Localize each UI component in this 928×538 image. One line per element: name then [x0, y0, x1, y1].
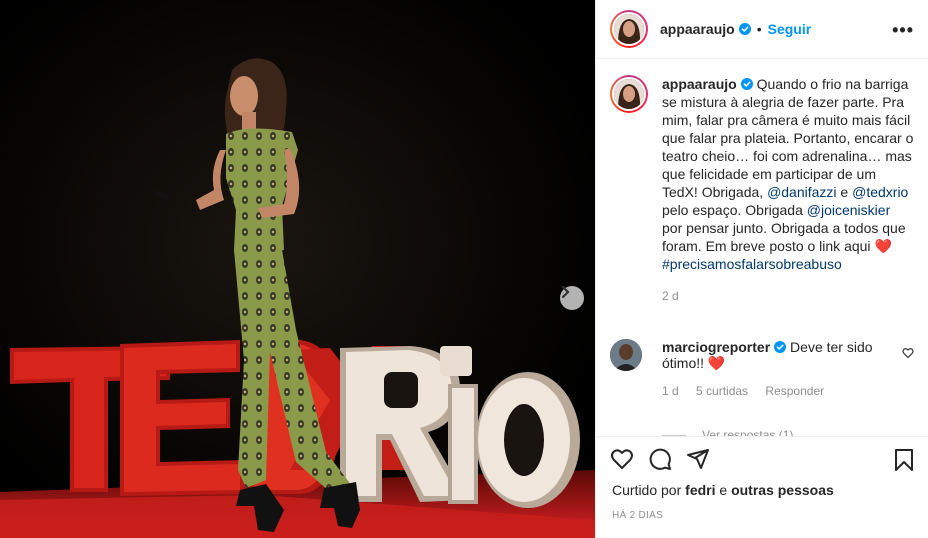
separator-dot: • [756, 21, 762, 37]
comment-heart-icon[interactable] [902, 347, 914, 359]
comment-item: marciogreporter Deve ter sido ótimo!! ❤️ [610, 339, 914, 372]
post-header: appaaraujo • Seguir ••• [596, 0, 928, 59]
heart-emoji: ❤️ [707, 355, 726, 371]
action-bar [596, 436, 928, 480]
view-replies-label: Ver respostas (1) [702, 428, 794, 436]
liked-by-mid: e [715, 482, 732, 498]
comment-icon[interactable] [648, 447, 672, 471]
post-timestamp[interactable]: HÁ 2 DIAS [596, 510, 928, 538]
mention-link[interactable]: @tedxrio [852, 184, 908, 200]
follow-button[interactable]: Seguir [768, 21, 812, 37]
save-icon[interactable] [894, 449, 914, 471]
comment-age[interactable]: 1 d [662, 384, 679, 398]
verified-icon [738, 23, 751, 35]
post-photo [0, 0, 595, 538]
next-photo-button[interactable] [560, 286, 584, 310]
caption-body: Quando o frio na barriga se mistura à al… [662, 76, 914, 200]
verified-icon [740, 78, 753, 90]
avatar-photo [614, 79, 644, 109]
hashtag-link[interactable]: #precisamosfalarsobreabuso [662, 256, 842, 272]
commenter-username[interactable]: marciogreporter [662, 339, 770, 355]
mention-link[interactable]: @danifazzi [767, 184, 836, 200]
more-icon[interactable]: ••• [892, 20, 914, 41]
post-modal: appaaraujo • Seguir ••• appaaraujo Quand… [0, 0, 928, 538]
heart-icon[interactable] [610, 447, 634, 471]
comment-likes[interactable]: 5 curtidas [696, 384, 748, 398]
avatar-photo [610, 339, 642, 371]
caption-body: pelo espaço. Obrigada [662, 202, 807, 218]
caption-body: e [836, 184, 853, 200]
caption-text: appaaraujo Quando o frio na barriga se m… [662, 75, 914, 273]
chevron-right-icon [561, 286, 570, 298]
heart-emoji: ❤️ [874, 238, 892, 254]
header-username[interactable]: appaaraujo [660, 21, 735, 37]
reply-button[interactable]: Responder [765, 384, 824, 398]
caption-body: por pensar junto. Obrigada a todos que f… [662, 220, 906, 254]
liked-by-user[interactable]: fedri [685, 482, 715, 498]
comment-meta: 1 d 5 curtidas Responder [662, 384, 914, 398]
caption: appaaraujo Quando o frio na barriga se m… [610, 75, 914, 273]
caption-meta: 2 d [662, 289, 914, 303]
post-sidebar: appaaraujo • Seguir ••• appaaraujo Quand… [595, 0, 928, 538]
caption-avatar[interactable] [610, 75, 648, 113]
comment-text: marciogreporter Deve ter sido ótimo!! ❤️ [662, 339, 892, 372]
caption-age[interactable]: 2 d [662, 289, 679, 303]
mention-link[interactable]: @joiceniskier [807, 202, 890, 218]
liked-by: Curtido por fedri e outras pessoas [596, 482, 928, 502]
share-icon[interactable] [686, 447, 710, 471]
stage-photo [0, 0, 595, 538]
avatar-photo [614, 14, 644, 44]
liked-by-prefix: Curtido por [612, 482, 686, 498]
caption-username[interactable]: appaaraujo [662, 76, 737, 92]
view-replies-button[interactable]: Ver respostas (1) [662, 428, 793, 436]
avatar[interactable] [610, 10, 648, 48]
liked-by-others[interactable]: outras pessoas [731, 482, 834, 498]
verified-icon [774, 341, 787, 353]
commenter-avatar[interactable] [610, 339, 642, 371]
comments-list: appaaraujo Quando o frio na barriga se m… [596, 59, 928, 436]
